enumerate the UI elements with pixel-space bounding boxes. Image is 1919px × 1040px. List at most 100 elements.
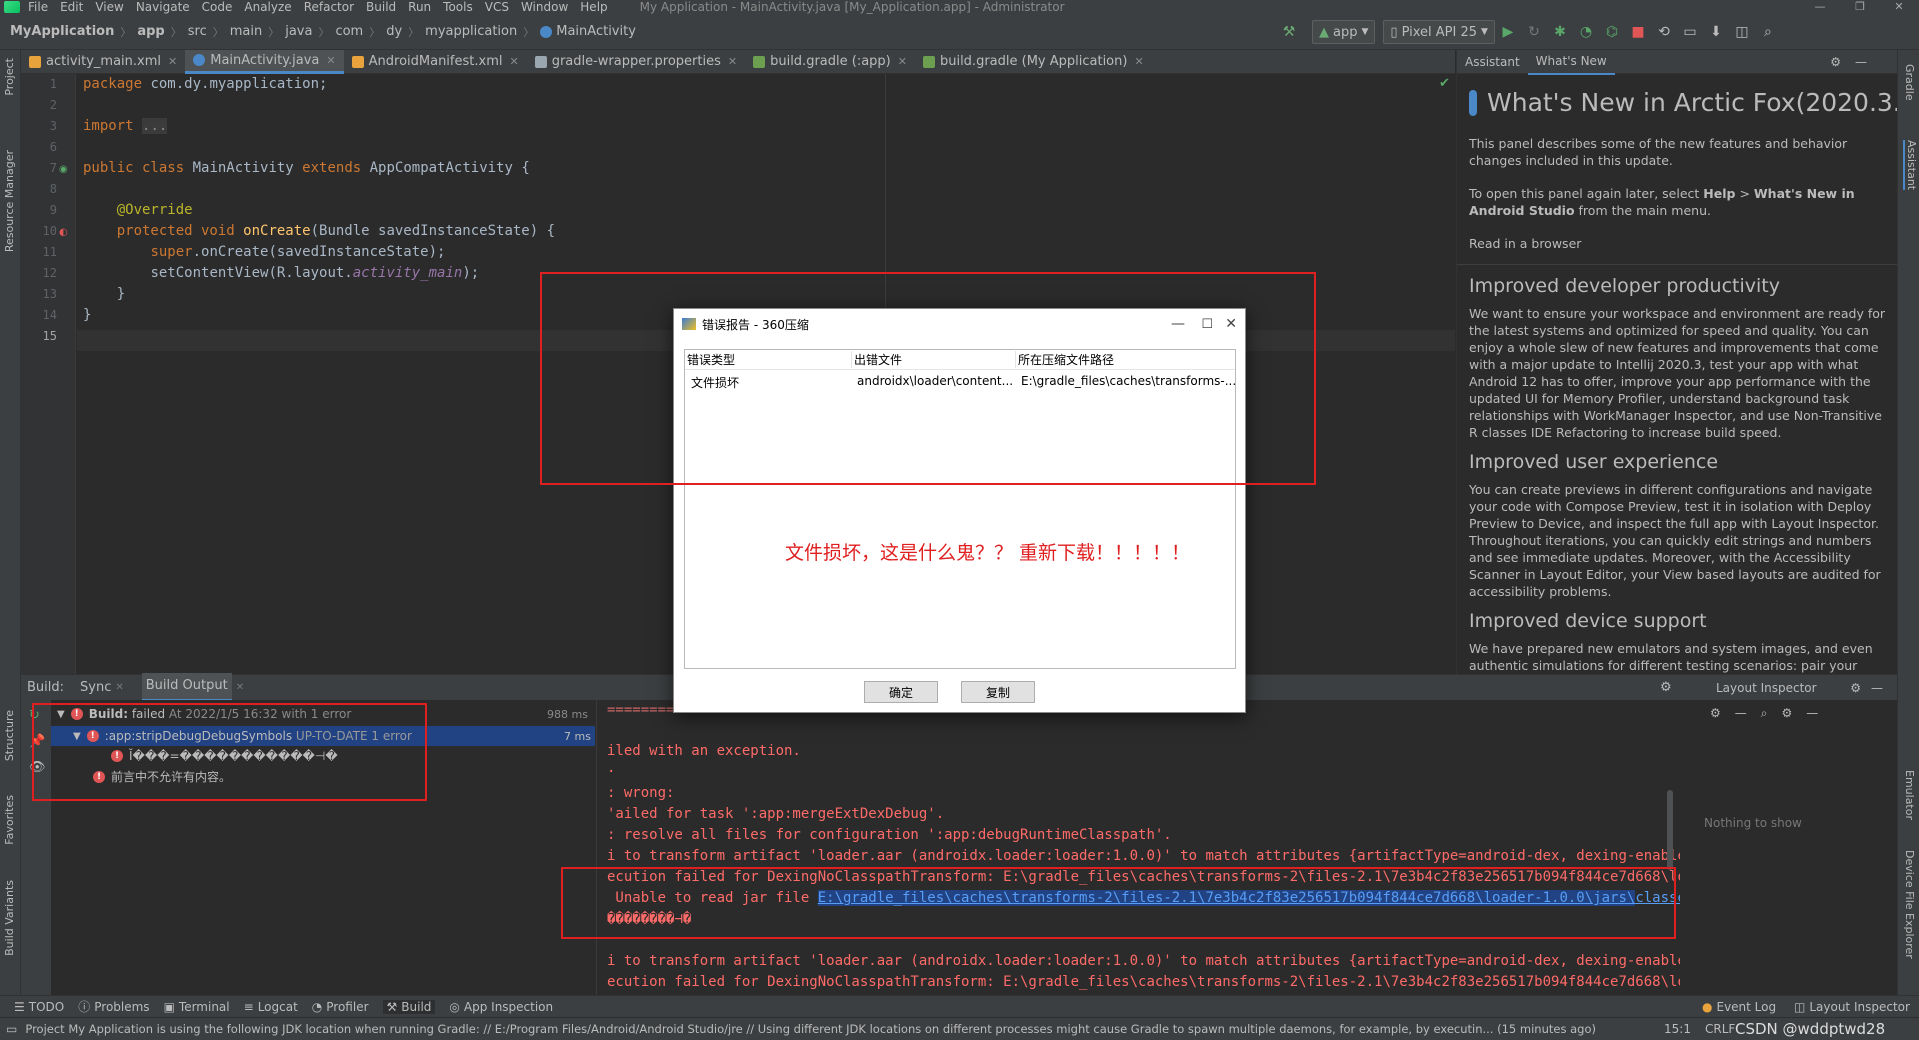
tool-logcat[interactable]: ≡ Logcat: [244, 1000, 298, 1014]
sdk-manager-icon[interactable]: ⬇: [1705, 21, 1727, 43]
emulator-tool-tab[interactable]: Emulator: [1903, 770, 1916, 820]
gear-icon[interactable]: ⚙: [1710, 706, 1721, 720]
gear-icon[interactable]: ⚙: [1850, 681, 1861, 695]
maximize-icon[interactable]: ❐: [1840, 0, 1880, 14]
menu-run[interactable]: Run: [408, 1, 431, 13]
search-icon[interactable]: ⌕: [1757, 21, 1779, 43]
layout-inspector-icon[interactable]: ◫: [1731, 21, 1753, 43]
close-tab-icon[interactable]: ✕: [509, 55, 518, 68]
breadcrumb-module[interactable]: app: [137, 24, 164, 39]
fold-placeholder[interactable]: ...: [142, 118, 168, 134]
breadcrumb-com[interactable]: com: [335, 24, 363, 39]
tool-build[interactable]: ⚒ Build: [382, 999, 436, 1014]
caret-position[interactable]: 15:1: [1664, 1022, 1691, 1036]
avd-manager-icon[interactable]: ▭: [1679, 21, 1701, 43]
tab-whats-new[interactable]: What's New: [1527, 50, 1615, 75]
line-separator[interactable]: CRLF: [1705, 1022, 1735, 1036]
hammer-build-icon[interactable]: ⚒: [1278, 21, 1300, 43]
no-problems-check-icon[interactable]: ✔: [1439, 76, 1450, 91]
menu-vcs[interactable]: VCS: [485, 1, 509, 13]
tool-terminal[interactable]: ▣ Terminal: [164, 1000, 230, 1014]
gutter-class-icon[interactable]: ◉: [59, 164, 68, 175]
ok-button[interactable]: 确定: [864, 681, 938, 703]
menu-build[interactable]: Build: [366, 1, 396, 13]
copy-button[interactable]: 复制: [961, 681, 1035, 703]
close-tab-icon[interactable]: ✕: [115, 682, 123, 693]
breadcrumb-src[interactable]: src: [188, 24, 207, 39]
gradle-tool-tab[interactable]: Gradle: [1903, 64, 1916, 101]
breadcrumb-project[interactable]: MyApplication: [10, 24, 114, 39]
read-in-browser-link[interactable]: Read in a browser: [1469, 235, 1889, 252]
favorites-tool-tab[interactable]: Favorites: [3, 795, 16, 845]
tool-problems[interactable]: ⓘ Problems: [78, 998, 149, 1015]
console-scrollbar[interactable]: [1667, 790, 1673, 870]
close-tab-icon[interactable]: ✕: [898, 55, 907, 68]
run-config-select[interactable]: ▲ app ▼: [1312, 20, 1376, 44]
rerun-icon[interactable]: ↻: [1523, 21, 1545, 43]
tab-assistant[interactable]: Assistant: [1457, 50, 1528, 74]
profile-icon[interactable]: ◔: [1575, 21, 1597, 43]
menu-analyze[interactable]: Analyze: [244, 1, 291, 13]
device-select[interactable]: ▯ Pixel API 25 ▼: [1383, 20, 1495, 44]
sync-gradle-icon[interactable]: ⟲: [1653, 21, 1675, 43]
tab-sync[interactable]: Sync: [80, 680, 111, 695]
stop-icon[interactable]: ■: [1627, 21, 1649, 43]
status-bar: ▭ Project My Application is using the fo…: [0, 1017, 1919, 1040]
override-marker-icon[interactable]: ◐: [59, 227, 68, 238]
tab-activity-main-xml[interactable]: activity_main.xml ✕: [21, 50, 185, 74]
gear-icon[interactable]: ⚙: [1822, 50, 1849, 74]
device-file-explorer-tool-tab[interactable]: Device File Explorer: [1903, 850, 1916, 959]
close-tab-icon[interactable]: ✕: [326, 54, 335, 67]
close-tab-icon[interactable]: ✕: [236, 682, 244, 693]
menu-navigate[interactable]: Navigate: [136, 1, 190, 13]
minimize-panel-icon[interactable]: —: [1871, 681, 1883, 695]
structure-tool-tab[interactable]: Structure: [3, 710, 16, 761]
minus-icon[interactable]: —: [1806, 706, 1818, 720]
resource-manager-tool-tab[interactable]: Resource Manager: [3, 150, 16, 252]
minimize-icon[interactable]: —: [1800, 0, 1840, 14]
menu-refactor[interactable]: Refactor: [304, 1, 354, 13]
menu-code[interactable]: Code: [202, 1, 233, 13]
breadcrumb-main[interactable]: main: [230, 24, 262, 39]
tab-build-gradle-app[interactable]: build.gradle (:app) ✕: [745, 50, 915, 74]
tab-android-manifest[interactable]: AndroidManifest.xml ✕: [344, 50, 527, 74]
build-variants-tool-tab[interactable]: Build Variants: [3, 880, 16, 956]
close-tab-icon[interactable]: ✕: [728, 55, 737, 68]
project-tool-tab[interactable]: Project: [3, 58, 16, 96]
tool-event-log[interactable]: ● Event Log: [1702, 1000, 1776, 1014]
tool-todo[interactable]: ☰ TODO: [14, 1000, 64, 1014]
tab-build-gradle-project[interactable]: build.gradle (My Application) ✕: [915, 50, 1152, 74]
close-window-icon[interactable]: ✕: [1879, 0, 1919, 14]
menu-view[interactable]: View: [95, 1, 123, 13]
assistant-tool-tab[interactable]: Assistant: [1903, 140, 1918, 191]
status-message[interactable]: Project My Application is using the foll…: [25, 1022, 1645, 1036]
gear-icon[interactable]: ⚙: [1782, 706, 1793, 720]
breadcrumb-myapplication[interactable]: myapplication: [425, 24, 517, 39]
debug-icon[interactable]: ✱: [1549, 21, 1571, 43]
tab-build-output[interactable]: Build Output: [141, 673, 232, 702]
close-tab-icon[interactable]: ✕: [1134, 55, 1143, 68]
tab-gradle-wrapper[interactable]: gradle-wrapper.properties ✕: [527, 50, 745, 74]
tab-main-activity-java[interactable]: MainActivity.java ✕: [185, 49, 344, 74]
attach-debugger-icon[interactable]: ⌬: [1601, 21, 1623, 43]
breadcrumb-dy[interactable]: dy: [386, 24, 402, 39]
tool-layout-inspector[interactable]: ◫ Layout Inspector: [1794, 1000, 1910, 1014]
menu-window[interactable]: Window: [521, 1, 568, 13]
close-tab-icon[interactable]: ✕: [168, 55, 177, 68]
menu-edit[interactable]: Edit: [60, 1, 83, 13]
menu-tools[interactable]: Tools: [443, 1, 473, 13]
assistant-panel: Assistant What's New ⚙ — What's New in A…: [1456, 50, 1897, 674]
tab-label: MainActivity.java: [210, 52, 320, 68]
tool-profiler[interactable]: ◔ Profiler: [312, 1000, 369, 1014]
minimize-panel-icon[interactable]: —: [1847, 50, 1875, 74]
tool-app-inspection[interactable]: ◎ App Inspection: [449, 1000, 553, 1014]
breadcrumb-java[interactable]: java: [285, 24, 312, 39]
build-output-console[interactable]: ========================================…: [596, 700, 1680, 995]
menu-help[interactable]: Help: [580, 1, 607, 13]
breadcrumb-class[interactable]: MainActivity: [556, 24, 636, 39]
search-icon[interactable]: ⌕: [1761, 706, 1768, 721]
menu-file[interactable]: File: [28, 1, 48, 13]
minus-icon[interactable]: —: [1735, 706, 1747, 720]
run-icon[interactable]: ▶: [1497, 21, 1519, 43]
gear-icon[interactable]: ⚙: [1660, 680, 1672, 695]
